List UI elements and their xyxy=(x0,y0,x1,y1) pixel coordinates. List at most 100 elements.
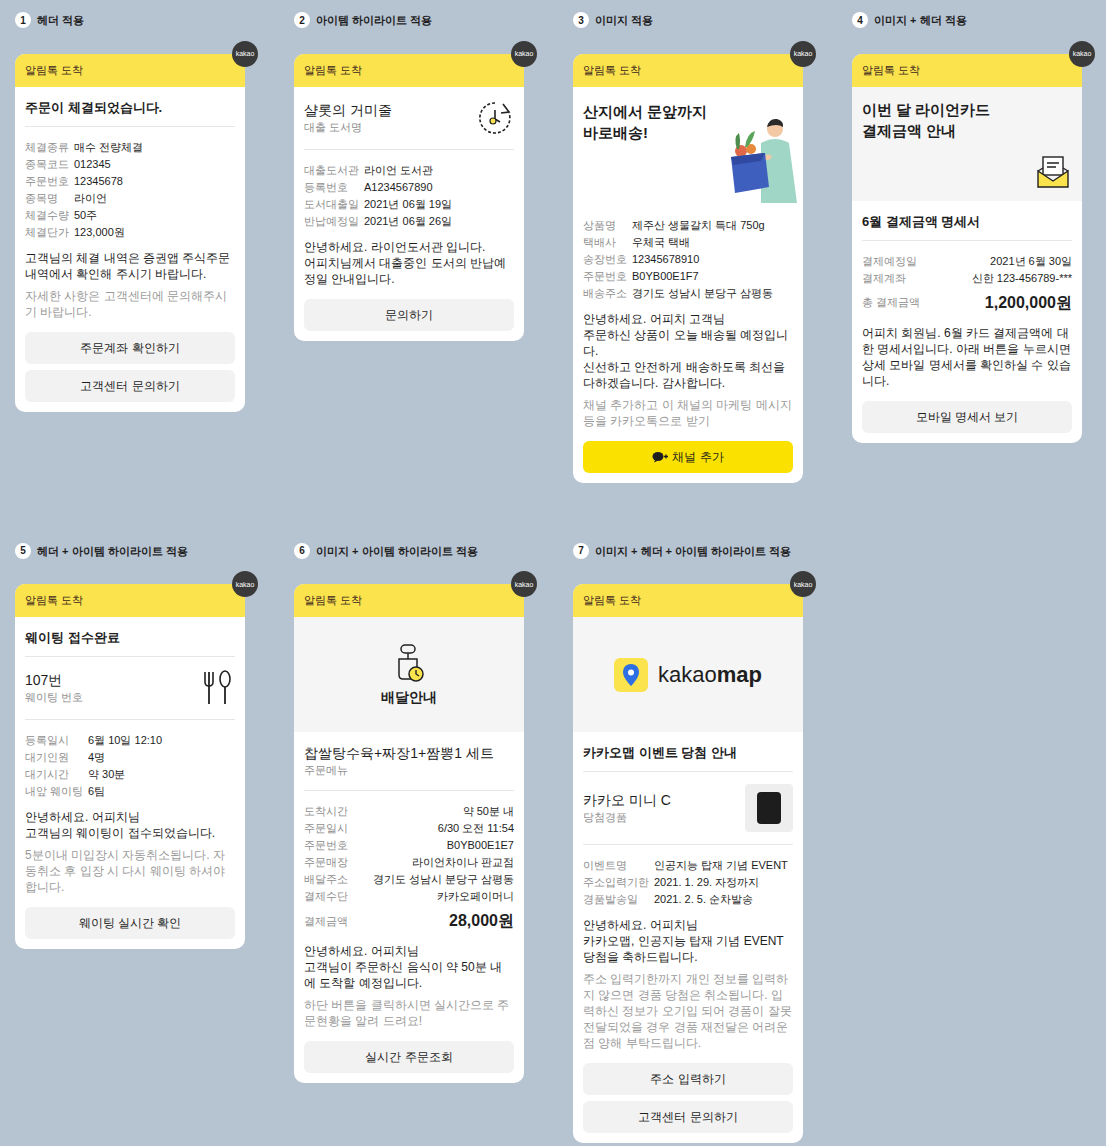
message-body: 안녕하세요. 어피치님 고객님의 웨이팅이 접수되었습니다. xyxy=(25,809,235,841)
item-label: 체결종류 xyxy=(25,139,69,155)
item-value: 경기도 성남시 분당구 삼평동 xyxy=(632,285,793,301)
action-button[interactable]: 주문계좌 확인하기 xyxy=(25,332,235,364)
item-label: 이벤트명 xyxy=(583,857,649,873)
item-label: 등록일시 xyxy=(25,732,83,748)
item-value: B0YB00E1F7 xyxy=(632,268,793,284)
card-banner: 알림톡 도착 xyxy=(294,54,524,87)
template-label: 2아이템 하이라이트 적용 xyxy=(294,12,524,29)
template-label: 1헤더 적용 xyxy=(15,12,245,29)
item-value: 123,000원 xyxy=(74,224,235,240)
template-number: 2 xyxy=(294,12,310,28)
highlight-subtitle: 당첨경품 xyxy=(583,810,671,825)
template-row: 1헤더 적용kakao알림톡 도착주문이 체결되었습니다.체결종류매수 전량체결… xyxy=(15,12,1106,483)
message-body: 안녕하세요. 어피치님 카카오맵, 인공지능 탑재 기념 EVENT 당첨을 축… xyxy=(583,917,793,965)
item-label: 주문번호 xyxy=(25,173,69,189)
item-label: 체결수량 xyxy=(25,207,69,223)
template-number: 7 xyxy=(573,543,589,559)
item-value: 우체국 택배 xyxy=(632,234,793,250)
item-label: 종목코드 xyxy=(25,156,69,172)
action-button[interactable]: 주소 입력하기 xyxy=(583,1063,793,1095)
message-body: 안녕하세요. 어피치 고객님 주문하신 상품이 오늘 배송될 예정입니다. 신선… xyxy=(583,311,793,391)
action-button[interactable]: 고객센터 문의하기 xyxy=(583,1101,793,1133)
kakaomap-pin-icon xyxy=(614,658,648,692)
item-row: 결제계좌신한 123-456789-*** xyxy=(862,270,1072,286)
card-banner: 알림톡 도착 xyxy=(573,54,803,87)
kakao-badge: kakao xyxy=(1069,41,1095,67)
template-column: 5헤더 + 아이템 하이라이트 적용kakao알림톡 도착웨이팅 접수완료107… xyxy=(15,543,245,950)
item-highlight: 샬롯의 거미줄대출 도서명 xyxy=(304,87,514,150)
item-row: 주문일시6/30 오전 11:54 xyxy=(304,820,514,836)
card-header: 주문이 체결되었습니다. xyxy=(25,87,235,127)
item-list: 결제예정일2021년 6월 30일결제계좌신한 123-456789-*** 총 … xyxy=(862,241,1072,315)
card-header: 카카오맵 이벤트 당첨 안내 xyxy=(583,732,793,772)
action-button[interactable]: 모바일 명세서 보기 xyxy=(862,401,1072,433)
item-value: 50주 xyxy=(74,207,235,223)
scooter-icon xyxy=(389,641,429,685)
item-list: 등록일시6월 10일 12:10대기인원4명대기시간약 30분내앞 웨이팅6팀 xyxy=(25,720,235,799)
delivery-person-icon xyxy=(711,113,803,205)
image-section: 배달안내 xyxy=(294,617,524,732)
item-value: 2021년 06월 19일 xyxy=(364,196,514,212)
item-value: 2021. 1. 29. 자정까지 xyxy=(654,874,793,890)
message-body: 안녕하세요. 어피치님 고객님이 주문하신 음식이 약 50분 내에 도착할 예… xyxy=(304,943,514,991)
item-value: 인공지능 탑재 기념 EVENT xyxy=(654,857,793,873)
card-banner: 알림톡 도착 xyxy=(294,584,524,617)
item-label: 등록번호 xyxy=(304,179,359,195)
item-row: 결제예정일2021년 6월 30일 xyxy=(862,253,1072,269)
item-value: 6팀 xyxy=(88,783,235,799)
image-title: 이번 달 라이언카드 결제금액 안내 xyxy=(862,87,1034,201)
template-column: 3이미지 적용kakao알림톡 도착산지에서 문앞까지 바로배송!상품명제주산 … xyxy=(573,12,803,483)
image-section: 이번 달 라이언카드 결제금액 안내 xyxy=(852,87,1082,201)
highlight-title: 찹쌀탕수육+짜장1+짬뽕1 세트 xyxy=(304,744,494,763)
template-number: 6 xyxy=(294,543,310,559)
item-value: 약 30분 xyxy=(88,766,235,782)
message-body: 고객님의 체결 내역은 증권앱 주식주문내역에서 확인해 주시기 바랍니다. xyxy=(25,250,235,282)
item-value: 제주산 생물갈치 특대 750g xyxy=(632,217,793,233)
kakao-badge: kakao xyxy=(790,41,816,67)
action-button[interactable]: 실시간 주문조회 xyxy=(304,1041,514,1073)
item-row: 배달주소경기도 성남시 분당구 삼평동 xyxy=(304,871,514,887)
alimtalk-card: kakao알림톡 도착웨이팅 접수완료107번웨이팅 번호등록일시6월 10일 … xyxy=(15,584,245,949)
template-column: 6이미지 + 아이템 하이라이트 적용kakao알림톡 도착배달안내찹쌀탕수육+… xyxy=(294,543,524,1084)
item-label: 대기인원 xyxy=(25,749,83,765)
template-label: 7이미지 + 헤더 + 아이템 하이라이트 적용 xyxy=(573,543,803,560)
item-highlight: 카카오 미니 C당첨경품 xyxy=(583,772,793,845)
item-list: 이벤트명 인공지능 탑재 기념 EVENT 주소입력기한 2021. 1. 29. 자… xyxy=(583,845,793,907)
highlight-subtitle: 웨이팅 번호 xyxy=(25,690,83,705)
item-label: 택배사 xyxy=(583,234,627,250)
item-value: A1234567890 xyxy=(364,179,514,195)
template-number: 1 xyxy=(15,12,31,28)
template-column: 7이미지 + 헤더 + 아이템 하이라이트 적용kakao알림톡 도착kakao… xyxy=(573,543,803,1144)
kakao-badge: kakao xyxy=(232,571,258,597)
item-row: 주문번호B0YB00E1E7 xyxy=(304,837,514,853)
message-note: 채널 추가하고 이 채널의 마케팅 메시지 등을 카카오톡으로 받기 xyxy=(583,397,793,429)
envelope-icon xyxy=(1034,153,1072,191)
item-value: 012345 xyxy=(74,156,235,172)
highlight-title: 샬롯의 거미줄 xyxy=(304,101,392,120)
item-value: 2021년 06월 26일 xyxy=(364,213,514,229)
message-note: 5분이내 미입장시 자동취소됩니다. 자동취소 후 입장 시 다시 웨이팅 하셔… xyxy=(25,847,235,895)
item-label: 내앞 웨이팅 xyxy=(25,783,83,799)
total-row: 총 결제금액1,200,000원 xyxy=(862,291,1072,315)
item-highlight: 찹쌀탕수육+짜장1+짬뽕1 세트주문메뉴 xyxy=(304,732,514,791)
cutlery-icon xyxy=(199,669,235,707)
item-value: 6월 10일 12:10 xyxy=(88,732,235,748)
message-body: 어피치 회원님. 6월 카드 결제금액에 대한 명세서입니다. 아래 버튼을 누… xyxy=(862,325,1072,389)
action-button[interactable]: 고객센터 문의하기 xyxy=(25,370,235,402)
total-row: 결제금액28,000원 xyxy=(304,909,514,933)
card-banner: 알림톡 도착 xyxy=(15,54,245,87)
template-number: 3 xyxy=(573,12,589,28)
highlight-title: 카카오 미니 C xyxy=(583,791,671,810)
item-label: 주소입력기한 xyxy=(583,874,649,890)
action-button[interactable]: 문의하기 xyxy=(304,299,514,331)
kakao-badge: kakao xyxy=(511,41,537,67)
template-label: 3이미지 적용 xyxy=(573,12,803,29)
image-title: 산지에서 문앞까지 바로배송! xyxy=(583,87,711,205)
channel-add-button[interactable]: 채널 추가 xyxy=(583,441,793,473)
action-button[interactable]: 웨이팅 실시간 확인 xyxy=(25,907,235,939)
item-value: 라이언 xyxy=(74,190,235,206)
message-body: 안녕하세요. 라이언도서관 입니다. 어피치님께서 대출중인 도서의 반납예정일… xyxy=(304,239,514,287)
template-label: 4이미지 + 헤더 적용 xyxy=(852,12,1082,29)
message-note: 하단 버튼을 클릭하시면 실시간으로 주문현황을 알려 드려요! xyxy=(304,997,514,1029)
card-banner: 알림톡 도착 xyxy=(15,584,245,617)
